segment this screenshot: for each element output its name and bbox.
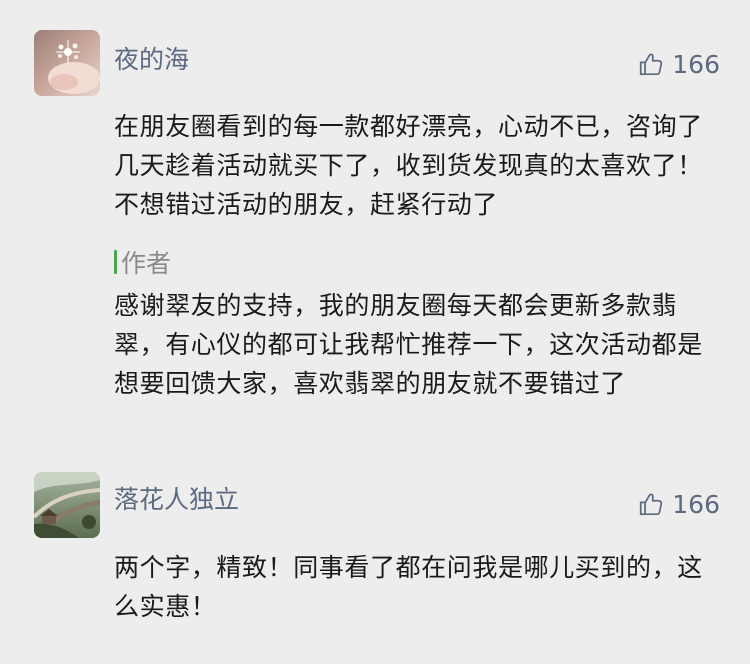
author-reply-text: 感谢翠友的支持，我的朋友圈每天都会更新多款翡翠，有心仪的都可让我帮忙推荐一下，这… (114, 291, 703, 398)
author-reply-label: 作者 (114, 246, 171, 278)
like-button[interactable]: 166 (638, 488, 720, 520)
like-button[interactable]: 166 (638, 48, 720, 80)
avatar[interactable] (34, 472, 100, 538)
comment-nickname[interactable]: 落花人独立 (114, 484, 239, 516)
comment-item: 落花人独立 166 两个字，精致！同事看了都在问我是哪儿买到的，这么实惠！ (0, 450, 750, 664)
author-label: 作者 (121, 249, 172, 278)
comment-nickname[interactable]: 夜的海 (114, 44, 189, 76)
comment-text: 在朋友圈看到的每一款都好漂亮，心动不已，咨询了几天趁着活动就买下了，收到货发现真… (114, 112, 703, 219)
avatar[interactable] (34, 30, 100, 96)
like-count: 166 (672, 489, 720, 519)
author-marker (114, 250, 117, 274)
comment-text: 两个字，精致！同事看了都在问我是哪儿买到的，这么实惠！ (114, 553, 703, 621)
thumbs-up-icon (640, 53, 663, 76)
thumbs-up-icon (640, 493, 663, 516)
comment-item: 夜的海 166 在朋友圈看到的每一款都好漂亮，心动不已，咨询了几天趁着活动就买下… (0, 0, 750, 450)
avatar-image (34, 472, 100, 538)
avatar-image (34, 30, 100, 96)
like-count: 166 (672, 49, 720, 79)
